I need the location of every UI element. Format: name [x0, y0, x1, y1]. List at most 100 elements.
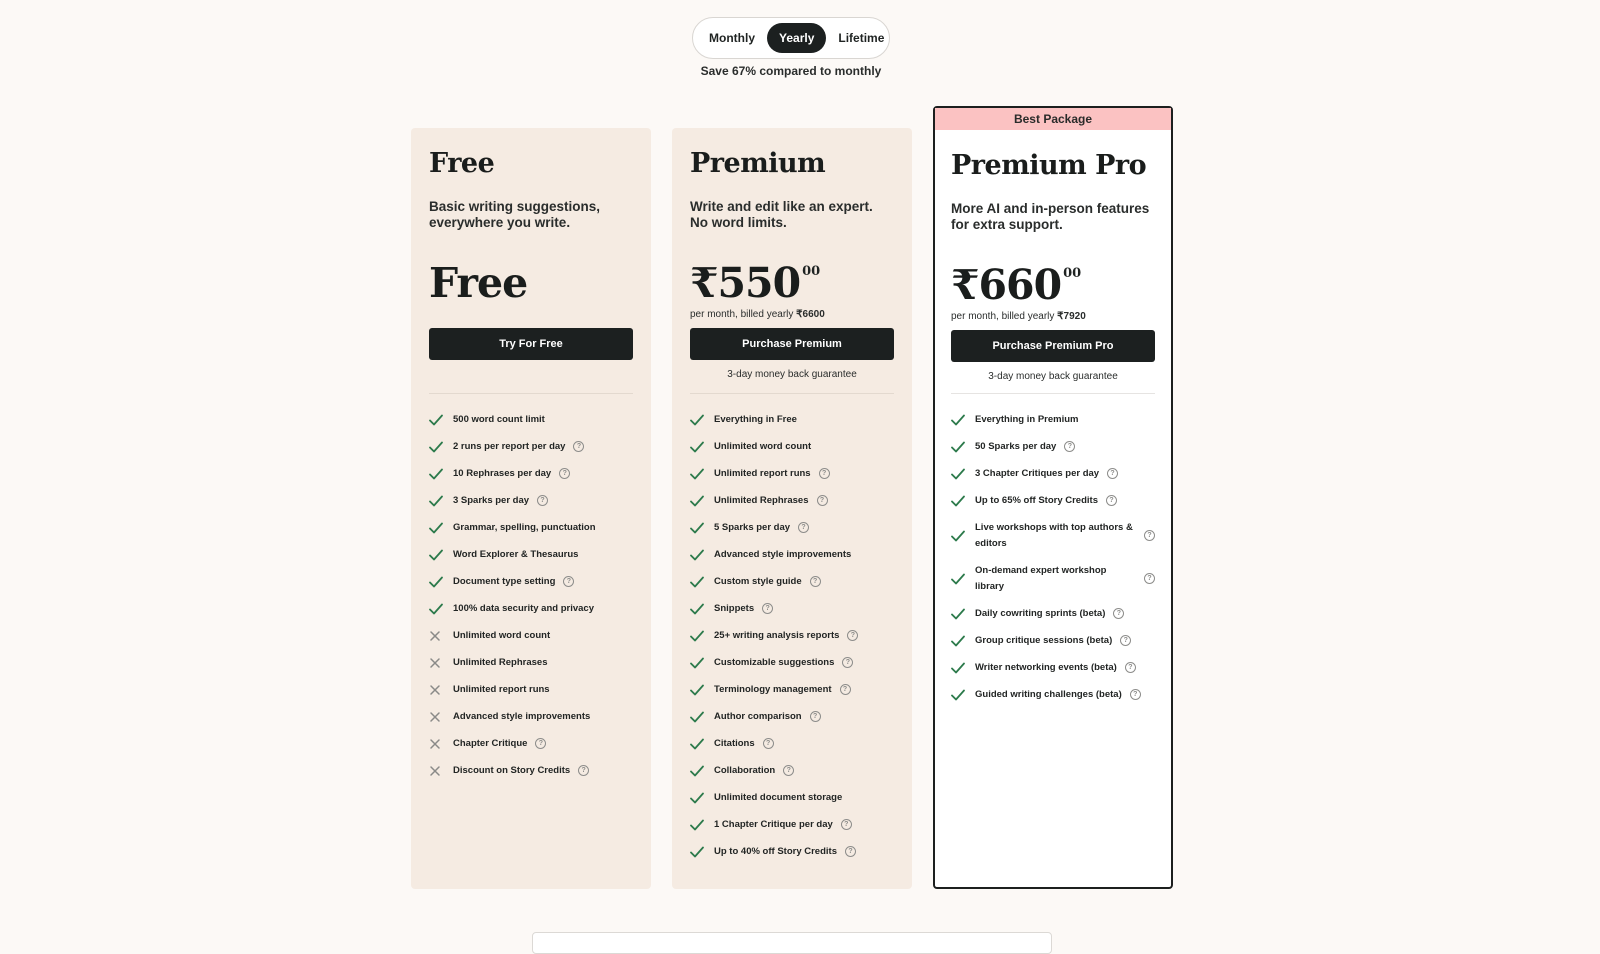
- info-icon[interactable]: ?: [842, 657, 854, 668]
- check-icon: [951, 495, 975, 507]
- info-icon[interactable]: ?: [762, 603, 774, 614]
- check-icon: [951, 662, 975, 674]
- feature-label: 5 Sparks per day: [714, 521, 791, 533]
- feature-label: 1 Chapter Critique per day: [714, 818, 833, 830]
- feature-item: Guided writing challenges (beta)?: [951, 681, 1155, 708]
- feature-label: 3 Sparks per day: [453, 494, 530, 506]
- info-icon[interactable]: ?: [840, 819, 852, 830]
- info-icon[interactable]: ?: [1144, 530, 1155, 541]
- feature-label: 2 runs per report per day: [453, 440, 566, 452]
- check-icon: [951, 468, 975, 480]
- feature-item: Unlimited report runs?: [690, 460, 894, 487]
- check-icon: [690, 846, 714, 858]
- feature-label: Word Explorer & Thesaurus: [453, 548, 579, 560]
- info-icon[interactable]: ?: [1113, 608, 1125, 619]
- feature-item: Document type setting?: [429, 568, 633, 595]
- feature-item: 3 Chapter Critiques per day?: [951, 460, 1155, 487]
- feature-item: 25+ writing analysis reports?: [690, 622, 894, 649]
- feature-label: Customizable suggestions: [714, 656, 835, 668]
- feature-label: Everything in Premium: [975, 413, 1079, 425]
- feature-label: Unlimited document storage: [714, 791, 843, 803]
- cross-icon: [429, 630, 453, 642]
- feature-item: On-demand expert workshop library?: [951, 557, 1155, 600]
- feature-label: Live workshops with top authors & editor…: [975, 521, 1133, 549]
- info-icon[interactable]: ?: [1144, 573, 1155, 584]
- feature-item: 50 Sparks per day?: [951, 433, 1155, 460]
- info-icon[interactable]: ?: [1124, 662, 1136, 673]
- feature-item: Terminology management?: [690, 676, 894, 703]
- feature-item: Unlimited report runs: [429, 676, 633, 703]
- info-icon[interactable]: ?: [1129, 689, 1141, 700]
- info-icon[interactable]: ?: [1106, 495, 1117, 506]
- check-icon: [690, 603, 714, 615]
- cross-icon: [429, 684, 453, 696]
- feature-label: Citations: [714, 737, 755, 749]
- info-icon[interactable]: ?: [783, 765, 795, 776]
- feature-label: 3 Chapter Critiques per day: [975, 467, 1100, 479]
- feature-label: 500 word count limit: [453, 413, 545, 425]
- info-icon[interactable]: ?: [563, 576, 575, 587]
- info-icon[interactable]: ?: [1064, 441, 1076, 452]
- info-icon[interactable]: ?: [535, 738, 547, 749]
- feature-list: Everything in Free Unlimited word count Un…: [690, 406, 894, 865]
- check-icon: [690, 738, 714, 750]
- check-icon: [951, 441, 975, 453]
- check-icon: [951, 689, 975, 701]
- info-icon[interactable]: ?: [809, 576, 821, 587]
- feature-label: Unlimited report runs: [714, 467, 811, 479]
- feature-item: 100% data security and privacy: [429, 595, 633, 622]
- info-icon[interactable]: ?: [845, 846, 856, 857]
- feature-item: 10 Rephrases per day?: [429, 460, 633, 487]
- feature-item: Discount on Story Credits?: [429, 757, 633, 784]
- check-icon: [690, 630, 714, 642]
- feature-label: Author comparison: [714, 710, 802, 722]
- info-icon[interactable]: ?: [762, 738, 774, 749]
- feature-item: 2 runs per report per day?: [429, 433, 633, 460]
- info-icon[interactable]: ?: [839, 684, 851, 695]
- feature-list: 500 word count limit 2 runs per report pe…: [429, 406, 633, 784]
- check-icon: [429, 468, 453, 480]
- cross-icon: [429, 711, 453, 723]
- cross-icon: [429, 765, 453, 777]
- divider: [951, 393, 1155, 394]
- info-icon[interactable]: ?: [798, 522, 810, 533]
- bottom-panel: [532, 932, 1052, 954]
- info-icon[interactable]: ?: [1120, 635, 1132, 646]
- check-icon: [429, 522, 453, 534]
- info-icon[interactable]: ?: [816, 495, 828, 506]
- plan-card-free: Free Basic writing suggestions, everywhe…: [411, 128, 651, 889]
- info-icon[interactable]: ?: [1107, 468, 1119, 479]
- feature-label: Up to 40% off Story Credits: [714, 845, 837, 857]
- toggle-lifetime[interactable]: Lifetime: [826, 23, 896, 53]
- feature-item: Author comparison?: [690, 703, 894, 730]
- feature-label: Terminology management: [714, 683, 832, 695]
- cross-icon: [429, 738, 453, 750]
- plan-card-premium-pro: Best Package Premium Pro More AI and in-…: [933, 106, 1173, 889]
- feature-item: Writer networking events (beta)?: [951, 654, 1155, 681]
- best-package-ribbon: Best Package: [935, 108, 1171, 130]
- feature-item: Citations?: [690, 730, 894, 757]
- info-icon[interactable]: ?: [537, 495, 549, 506]
- check-icon: [429, 576, 453, 588]
- feature-item: Everything in Free: [690, 406, 894, 433]
- feature-label: Chapter Critique: [453, 737, 528, 749]
- check-icon: [690, 468, 714, 480]
- feature-item: Custom style guide?: [690, 568, 894, 595]
- feature-label: Advanced style improvements: [453, 710, 591, 722]
- feature-label: Advanced style improvements: [714, 548, 852, 560]
- cross-icon: [429, 657, 453, 669]
- toggle-monthly[interactable]: Monthly: [697, 23, 767, 53]
- feature-item: Up to 65% off Story Credits?: [951, 487, 1155, 514]
- feature-label: Daily cowriting sprints (beta): [975, 607, 1106, 619]
- info-icon[interactable]: ?: [809, 711, 821, 722]
- check-icon: [690, 441, 714, 453]
- info-icon[interactable]: ?: [559, 468, 571, 479]
- info-icon[interactable]: ?: [847, 630, 859, 641]
- check-icon: [690, 819, 714, 831]
- check-icon: [690, 549, 714, 561]
- info-icon[interactable]: ?: [818, 468, 830, 479]
- check-icon: [951, 573, 975, 585]
- info-icon[interactable]: ?: [578, 765, 590, 776]
- info-icon[interactable]: ?: [573, 441, 585, 452]
- toggle-yearly[interactable]: Yearly: [767, 23, 827, 53]
